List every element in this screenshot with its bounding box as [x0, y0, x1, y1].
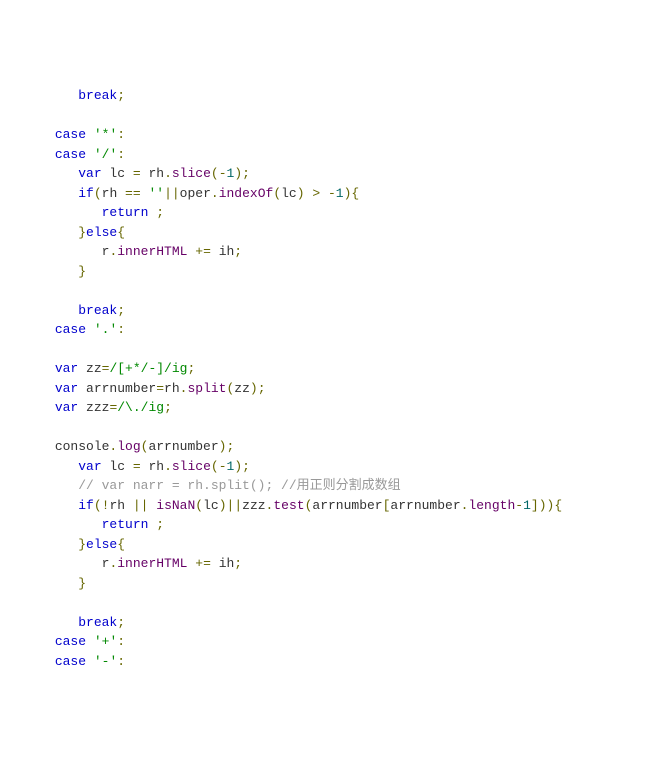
code-line: }	[8, 264, 86, 279]
code-line: case '*':	[8, 127, 125, 142]
code-line: }else{	[8, 225, 125, 240]
code-line: var zzz=/\./ig;	[8, 400, 172, 415]
code-line: case '-':	[8, 654, 125, 669]
code-line: return ;	[8, 517, 164, 532]
code-line: if(rh == ''||oper.indexOf(lc) > -1){	[8, 186, 359, 201]
code-line: var lc = rh.slice(-1);	[8, 166, 250, 181]
code-line: break;	[8, 615, 125, 630]
code-line: if(!rh || isNaN(lc)||zzz.test(arrnumber[…	[8, 498, 562, 513]
code-line: r.innerHTML += ih;	[8, 244, 242, 259]
code-line: var lc = rh.slice(-1);	[8, 459, 250, 474]
code-line: console.log(arrnumber);	[8, 439, 234, 454]
code-line: case '.':	[8, 322, 125, 337]
code-block: break; case '*': case '/': var lc = rh.s…	[0, 78, 647, 679]
code-line: r.innerHTML += ih;	[8, 556, 242, 571]
code-line: case '+':	[8, 634, 125, 649]
code-line: // var narr = rh.split(); //用正则分割成数组	[8, 478, 401, 493]
code-line: break;	[8, 303, 125, 318]
code-line: }else{	[8, 537, 125, 552]
code-line: }	[8, 576, 86, 591]
code-line: return ;	[8, 205, 164, 220]
code-line: var arrnumber=rh.split(zz);	[8, 381, 266, 396]
code-line: break;	[8, 88, 125, 103]
code-line: var zz=/[+*/-]/ig;	[8, 361, 195, 376]
code-line: case '/':	[8, 147, 125, 162]
